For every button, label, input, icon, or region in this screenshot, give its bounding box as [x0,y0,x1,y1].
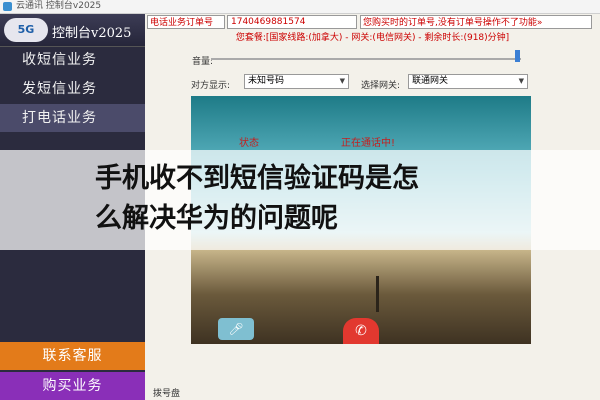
phone-hangup-icon: ✆ [355,323,367,339]
call-status-text: 正在通话中! [341,138,396,149]
microphone-button[interactable]: 🎤︎ [218,318,254,340]
dialpad-label: 拨号盘 [153,389,181,399]
background-post [376,276,379,312]
app-title: 控制台v2025 [45,1,102,11]
microphone-icon: 🎤︎ [228,322,244,336]
volume-label: 音量: [192,57,214,67]
hangup-button[interactable]: ✆ [343,318,379,344]
headline-line-2: 么解决华为的问题呢 [95,203,338,234]
volume-slider-track[interactable] [211,58,521,60]
logo: 5G 控制台v2025 [0,14,145,47]
sidebar-item-send-sms[interactable]: 发短信业务 [0,75,145,103]
app-icon [3,2,12,11]
display-value: 未知号码 [248,76,285,86]
order-hint: 您购买时的订单号,没有订单号操作不了功能» [360,15,592,29]
gateway-value: 联通网关 [412,76,449,86]
gateway-label: 选择网关: [361,81,401,91]
sidebar-item-call[interactable]: 打电话业务 [0,104,145,132]
headline-banner: 手机收不到短信验证码是怎 么解决华为的问题呢 [0,150,600,250]
chevron-down-icon: ▼ [518,77,524,85]
order-label: 电话业务订单号 [147,15,225,29]
display-label: 对方显示: [191,81,231,91]
logo-badge: 5G [4,18,48,42]
display-select[interactable]: 未知号码 ▼ [244,74,349,89]
title-bar: 云通讯 控制台v2025 [0,0,600,14]
gateway-select[interactable]: 联通网关 ▼ [408,74,528,89]
sidebar-item-receive-sms[interactable]: 收短信业务 [0,46,145,74]
status-label: 状态 [239,138,259,149]
window-title: 云通讯 控制台v2025 [16,1,101,12]
headline-line-1: 手机收不到短信验证码是怎 [95,163,419,194]
package-info: 您套餐:[国家线路:(加拿大) - 网关:(电信网关) - 剩余时长:(918)… [235,33,510,43]
order-input[interactable]: 1740469881574 [227,15,357,29]
volume-slider-thumb[interactable] [515,50,520,62]
chevron-down-icon: ▼ [339,77,345,85]
buy-service-button[interactable]: 购买业务 [0,372,145,400]
logo-text: 控制台v2025 [52,26,132,41]
app-name: 云通讯 [16,1,44,11]
contact-support-button[interactable]: 联系客服 [0,342,145,370]
